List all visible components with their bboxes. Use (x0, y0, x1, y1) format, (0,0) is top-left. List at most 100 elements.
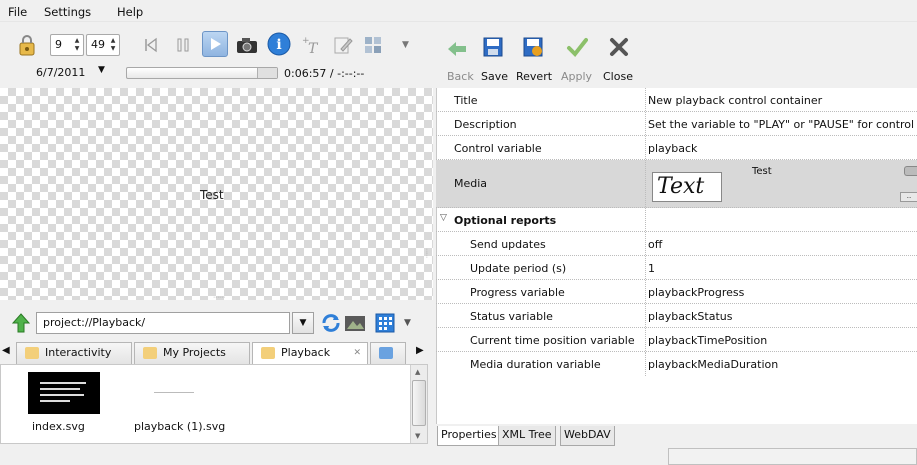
property-row-status-variable[interactable]: Status variable playbackStatus (436, 304, 917, 328)
tab-scroll-right-icon[interactable]: ▶ (416, 345, 424, 356)
view-dropdown-icon[interactable]: ▼ (404, 318, 411, 328)
path-dropdown-button[interactable]: ▼ (292, 312, 314, 334)
media-caption: Test (752, 166, 772, 177)
folder-thumbnail-icon[interactable] (342, 310, 368, 336)
file-thumbnail-index[interactable] (28, 372, 100, 414)
property-value[interactable]: off (648, 238, 662, 251)
property-row-time-position-variable[interactable]: Current time position variable playbackT… (436, 328, 917, 352)
tab-xml-tree[interactable]: XML Tree (498, 426, 556, 446)
property-group-optional-reports[interactable]: ▽ Optional reports (436, 208, 917, 232)
menu-help[interactable]: Help (117, 5, 143, 19)
grid-blocks-icon[interactable] (360, 32, 386, 58)
property-value[interactable]: 1 (648, 262, 655, 275)
svg-text:T: T (308, 41, 319, 55)
property-key: Title (454, 94, 478, 107)
property-key: Current time position variable (470, 334, 635, 347)
horizontal-splitter-handle[interactable]: ⋯⋯ (205, 295, 233, 302)
path-combobox[interactable]: project://Playback/ (36, 312, 290, 334)
hour-value: 9 (55, 38, 62, 51)
file-name-index[interactable]: index.svg (32, 420, 85, 433)
property-group-title: Optional reports (454, 214, 557, 227)
property-row-title[interactable]: Title New playback control container (436, 88, 917, 112)
vertical-splitter-handle[interactable]: ⋮ ⋮ (424, 249, 430, 270)
tab-interactivity[interactable]: Interactivity (16, 342, 132, 364)
file-tab-bar: ◀ Interactivity My Projects Playback ✕ ▶ (0, 342, 433, 364)
folder-icon (261, 347, 275, 359)
scrollbar-thumb[interactable] (412, 380, 426, 426)
back-arrow-icon[interactable] (444, 36, 470, 62)
media-browse-button[interactable]: .. (900, 192, 917, 202)
menu-settings[interactable]: Settings (44, 5, 91, 19)
tab-playback[interactable]: Playback ✕ (252, 342, 368, 364)
property-row-control-variable[interactable]: Control variable playback (436, 136, 917, 160)
property-key: Progress variable (470, 286, 565, 299)
property-row-send-updates[interactable]: Send updates off (436, 232, 917, 256)
view-mode-icon[interactable] (372, 310, 398, 336)
time-readout: 0:06:57 / -:--:-- (284, 67, 365, 80)
file-name-playback[interactable]: playback (1).svg (134, 420, 225, 433)
folder-icon (379, 347, 393, 359)
property-value[interactable]: playbackProgress (648, 286, 744, 299)
media-lock-icon[interactable] (904, 166, 917, 176)
tab-my-projects[interactable]: My Projects (134, 342, 250, 364)
hour-spinner[interactable]: 9 ▲ ▼ (50, 34, 84, 56)
minute-spinner[interactable]: 49 ▲ ▼ (86, 34, 120, 56)
file-thumbnail-playback[interactable] (138, 372, 210, 414)
revert-icon[interactable] (520, 34, 546, 60)
property-row-description[interactable]: Description Set the variable to "PLAY" o… (436, 112, 917, 136)
property-value[interactable]: playback (648, 142, 697, 155)
save-button[interactable]: Save (481, 70, 508, 83)
path-value: project://Playback/ (43, 316, 146, 329)
property-row-update-period[interactable]: Update period (s) 1 (436, 256, 917, 280)
lock-icon[interactable] (14, 32, 40, 58)
tab-label: Playback (281, 346, 331, 359)
scroll-up-icon[interactable]: ▲ (415, 368, 420, 376)
menu-bar: File Settings Help (0, 0, 917, 22)
timeline-slider[interactable] (126, 67, 278, 79)
pause-icon[interactable] (170, 32, 196, 58)
tab-webdav[interactable]: WebDAV (560, 426, 615, 446)
svg-text:i: i (276, 37, 281, 53)
revert-button[interactable]: Revert (516, 70, 552, 83)
play-icon[interactable] (202, 31, 228, 57)
property-value[interactable]: New playback control container (648, 94, 822, 107)
property-value[interactable]: playbackMediaDuration (648, 358, 778, 371)
back-button[interactable]: Back (447, 70, 474, 83)
info-icon[interactable]: i (266, 31, 292, 57)
close-icon[interactable] (606, 34, 632, 60)
add-text-icon[interactable]: + T (298, 32, 324, 58)
apply-button[interactable]: Apply (561, 70, 592, 83)
property-value[interactable]: Set the variable to "PLAY" or "PAUSE" fo… (648, 118, 914, 131)
folder-icon (143, 347, 157, 359)
property-value[interactable]: playbackStatus (648, 310, 732, 323)
media-preview[interactable]: Text (652, 172, 722, 202)
property-row-media-duration-variable[interactable]: Media duration variable playbackMediaDur… (436, 352, 917, 376)
edit-note-icon[interactable] (330, 32, 356, 58)
property-key: Send updates (470, 238, 546, 251)
spinner-arrows-icon[interactable]: ▲ ▼ (73, 37, 81, 53)
date-display[interactable]: 6/7/2011 (36, 66, 85, 79)
spinner-arrows-icon[interactable]: ▲ ▼ (109, 37, 117, 53)
collapse-arrow-icon[interactable]: ▽ (440, 213, 447, 223)
date-dropdown-icon[interactable]: ▼ (98, 65, 105, 75)
scroll-down-icon[interactable]: ▼ (415, 432, 420, 440)
apply-check-icon[interactable] (564, 34, 590, 60)
status-bar-box (668, 448, 917, 465)
tab-scroll-left-icon[interactable]: ◀ (2, 345, 10, 356)
property-row-progress-variable[interactable]: Progress variable playbackProgress (436, 280, 917, 304)
skip-back-icon[interactable] (138, 32, 164, 58)
save-icon[interactable] (480, 34, 506, 60)
property-value[interactable]: playbackTimePosition (648, 334, 767, 347)
menu-file[interactable]: File (8, 5, 27, 19)
tab-close-icon[interactable]: ✕ (353, 343, 361, 363)
slider-handle[interactable] (257, 68, 277, 78)
tab-properties[interactable]: Properties (437, 426, 501, 446)
up-arrow-icon[interactable] (8, 310, 34, 336)
tab-overflow[interactable] (370, 342, 406, 364)
preview-text: Test (200, 188, 224, 202)
property-key: Update period (s) (470, 262, 567, 275)
chevron-down-icon[interactable]: ▼ (402, 40, 409, 50)
refresh-icon[interactable] (318, 310, 344, 336)
camera-icon[interactable] (234, 32, 260, 58)
close-button[interactable]: Close (603, 70, 633, 83)
